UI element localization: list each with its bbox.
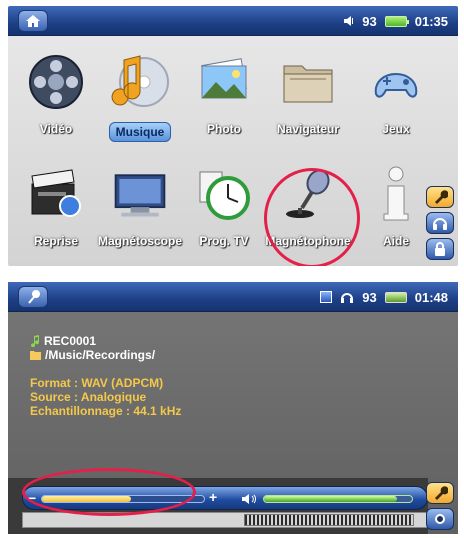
battery-icon (384, 291, 407, 303)
volume-icon (242, 494, 256, 504)
folder-path: /Music/Recordings/ (45, 348, 156, 362)
menu-label: Aide (382, 234, 409, 248)
music-note-icon (31, 335, 40, 347)
wrench-icon (435, 486, 448, 500)
volume-level: 93 (362, 13, 377, 29)
headphones-icon (433, 218, 447, 230)
highlight-circle (264, 168, 360, 266)
lock-icon (435, 242, 445, 256)
menu-item-navigateur[interactable]: Navigateur (266, 52, 350, 152)
lock-button[interactable] (426, 238, 454, 260)
blue-indicator-icon (320, 291, 333, 303)
highlight-circle (22, 468, 196, 516)
info-icon (383, 166, 409, 221)
menu-item-photo[interactable]: Photo (182, 52, 266, 152)
microphone-icon (28, 290, 40, 304)
menu-item-video[interactable]: Vidéo (14, 52, 98, 152)
home-icon (26, 15, 40, 27)
record-button[interactable] (426, 508, 454, 530)
battery-icon (384, 15, 409, 27)
recorder-screen: 93 01:48 REC0001 /Music/Recordings/ Form… (8, 282, 458, 534)
menu-label: Jeux (382, 122, 410, 136)
menu-item-magnetoscope[interactable]: Magnétoscope (98, 164, 182, 264)
main-menu-screen: 93 01:35 Vidéo Musique Photo Navigateur … (8, 6, 458, 266)
volume-bar[interactable] (263, 495, 413, 503)
record-icon (435, 514, 445, 524)
side-button-column (426, 186, 454, 260)
menu-label: Magnétoscope (98, 234, 183, 248)
photo-stack-icon (201, 58, 247, 99)
music-cd-icon (111, 55, 169, 107)
menu-label: Prog. TV (199, 234, 249, 248)
top-status-bar: 93 01:48 (8, 282, 458, 312)
status-area: 93 01:48 (320, 282, 448, 312)
clock-icon (199, 171, 250, 220)
clock-time: 01:35 (414, 13, 448, 29)
home-button[interactable] (18, 10, 48, 32)
volume-fill (264, 496, 398, 502)
menu-label: Navigateur (276, 122, 340, 136)
clock-time: 01:48 (414, 289, 448, 305)
menu-label: Reprise (33, 234, 79, 248)
menu-label: Photo (207, 122, 241, 136)
sampling-text: Echantillonnage : 44.1 kHz (30, 404, 182, 418)
speaker-icon (344, 16, 354, 26)
film-reel-icon (29, 55, 83, 109)
volume-level: 93 (362, 289, 377, 305)
format-text: Format : WAV (ADPCM) (30, 376, 164, 390)
side-button-column (426, 482, 454, 530)
file-name: REC0001 (44, 334, 97, 348)
menu-item-musique[interactable]: Musique (98, 52, 182, 152)
folder-icon (283, 65, 333, 103)
level-meter (244, 514, 414, 526)
menu-item-jeux[interactable]: Jeux (354, 52, 438, 152)
recording-info: REC0001 /Music/Recordings/ Format : WAV … (30, 334, 181, 418)
menu-item-reprise[interactable]: Reprise (14, 164, 98, 264)
status-area: 93 01:35 (344, 6, 448, 36)
gamepad-icon (374, 72, 418, 98)
plus-icon[interactable]: + (209, 489, 217, 505)
headphones-button[interactable] (426, 212, 454, 234)
wrench-icon (435, 190, 448, 204)
menu-label: Musique (108, 122, 172, 142)
top-status-bar: 93 01:35 (8, 6, 458, 36)
menu-label: Vidéo (39, 122, 73, 136)
settings-button[interactable] (426, 482, 454, 504)
folder-icon (30, 351, 41, 360)
recorder-home-button[interactable] (18, 286, 48, 308)
settings-button[interactable] (426, 186, 454, 208)
source-text: Source : Analogique (30, 390, 147, 404)
headphones-icon (341, 293, 354, 303)
menu-item-prog-tv[interactable]: Prog. TV (182, 164, 266, 264)
clapperboard-icon (31, 169, 81, 217)
tv-screen-icon (114, 174, 166, 217)
